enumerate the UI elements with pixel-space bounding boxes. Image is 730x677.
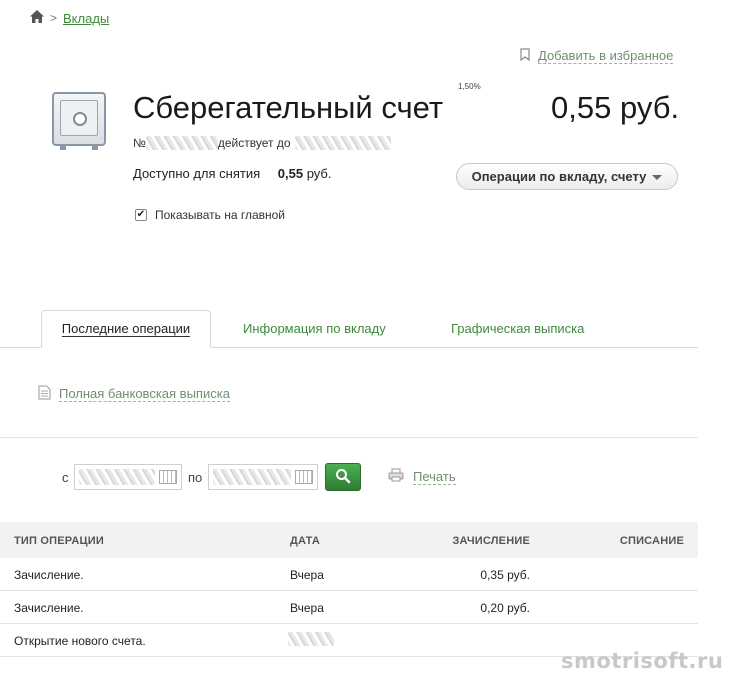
available-currency: руб. (306, 166, 332, 181)
full-statement-link[interactable]: Полная банковская выписка (59, 386, 230, 402)
masked-date-to (213, 469, 291, 485)
cell-credit: 0,35 руб. (480, 568, 530, 582)
breadcrumb-link-deposits[interactable]: Вклады (63, 11, 109, 26)
watermark: smotrisoft.ru (561, 649, 724, 673)
document-icon (38, 385, 51, 403)
cell-operation-type: Зачисление. (14, 601, 84, 615)
tab-deposit-info[interactable]: Информация по вкладу (243, 321, 386, 336)
available-balance: Доступно для снятия 0,55 руб. (133, 166, 332, 181)
full-statement[interactable]: Полная банковская выписка (38, 385, 230, 403)
table-row[interactable]: Зачисление. Вчера 0,20 руб. (0, 591, 698, 624)
safe-icon (52, 92, 106, 150)
home-icon[interactable] (30, 10, 44, 26)
show-on-main-toggle[interactable]: ✔ Показывать на главной (135, 208, 285, 222)
operations-button-label: Операции по вкладу, счету (471, 169, 647, 184)
masked-date (294, 136, 391, 150)
bookmark-icon (520, 48, 530, 64)
tab-recent-operations[interactable]: Последние операции (41, 310, 211, 348)
available-amount: 0,55 (277, 166, 304, 181)
masked-cell-date (288, 632, 334, 646)
header-date: ДАТА (290, 535, 321, 547)
calendar-icon[interactable] (295, 470, 313, 484)
date-from-field[interactable] (74, 464, 182, 490)
header-debit: СПИСАНИЕ (619, 535, 684, 547)
print-action[interactable]: Печать (388, 468, 456, 485)
search-icon (335, 468, 351, 487)
operations-dropdown-button[interactable]: Операции по вкладу, счету (456, 163, 678, 190)
calendar-icon[interactable] (159, 470, 177, 484)
date-to-label: по (188, 470, 203, 485)
cell-operation-type: Открытие нового счета. (14, 634, 146, 648)
cell-date: Вчера (290, 568, 324, 582)
account-number-line: № действует до (133, 136, 391, 150)
cell-operation-type: Зачисление. (14, 568, 84, 582)
date-to-field[interactable] (208, 464, 318, 490)
print-link[interactable]: Печать (413, 469, 456, 485)
tab-graphic-statement[interactable]: Графическая выписка (451, 321, 584, 336)
chevron-down-icon (652, 175, 663, 180)
show-on-main-label: Показывать на главной (155, 208, 286, 222)
header-credit: ЗАЧИСЛЕНИЕ (452, 535, 530, 547)
interest-rate: 1,50% (458, 82, 481, 91)
show-on-main-checkbox[interactable]: ✔ (135, 209, 147, 221)
masked-date-from (79, 469, 155, 485)
breadcrumb-separator: > (50, 11, 58, 25)
add-to-favorites-link[interactable]: Добавить в избранное (538, 48, 674, 64)
cell-credit: 0,20 руб. (480, 601, 530, 615)
breadcrumb: > Вклады (30, 10, 109, 26)
account-number-prefix: № (133, 136, 146, 150)
cell-date: Вчера (290, 601, 324, 615)
add-to-favorites[interactable]: Добавить в избранное (520, 48, 674, 64)
masked-account-number (145, 136, 218, 150)
table-row[interactable]: Зачисление. Вчера 0,35 руб. (0, 558, 698, 591)
table-header: ТИП ОПЕРАЦИИ ДАТА ЗАЧИСЛЕНИЕ СПИСАНИЕ (0, 522, 698, 558)
valid-until-label: действует до (217, 136, 291, 150)
tab-recent-operations-label: Последние операции (61, 321, 191, 337)
header-operation-type: ТИП ОПЕРАЦИИ (14, 535, 104, 547)
account-title: Сберегательный счет (133, 90, 444, 125)
account-balance: 0,55 руб. (551, 90, 680, 125)
section-divider (0, 437, 698, 438)
search-button[interactable] (325, 463, 361, 491)
printer-icon (388, 468, 404, 485)
available-label: Доступно для снятия (133, 166, 261, 181)
date-from-label: с (62, 470, 69, 485)
